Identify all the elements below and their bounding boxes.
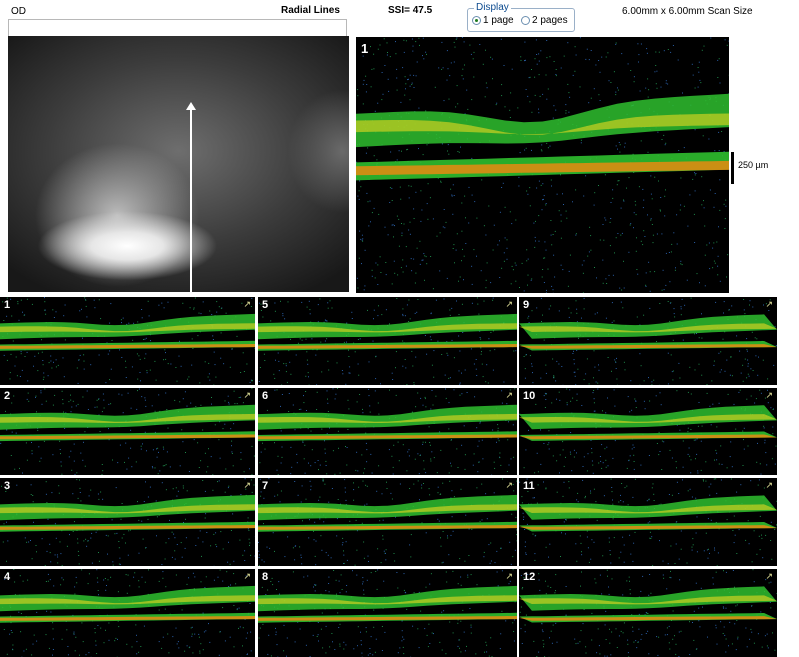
eye-label: OD — [11, 6, 26, 17]
orientation-arrow-icon: ↗ — [765, 299, 773, 309]
radio-selected-icon — [472, 16, 481, 25]
scan-number: 11 — [523, 480, 535, 492]
oct-bscan-thumbnail[interactable]: 6 ↗ — [258, 388, 517, 475]
scan-number: 12 — [523, 571, 536, 583]
scale-label: 250 µm — [738, 160, 769, 170]
radio-label: 1 page — [483, 15, 514, 26]
orientation-arrow-icon: ↗ — [505, 571, 513, 581]
oct-bscan-thumbnail[interactable]: 11 ↗ — [519, 478, 777, 566]
orientation-arrow-icon: ↗ — [765, 390, 773, 400]
scan-number: 1 — [361, 41, 369, 56]
scan-number: 9 — [523, 299, 530, 311]
display-legend: Display — [474, 2, 511, 13]
fundus-image — [8, 36, 349, 292]
oct-bscan-thumbnail[interactable]: 9 ↗ — [519, 297, 777, 385]
scan-title: Radial Lines — [281, 5, 340, 16]
fundus-tab — [8, 19, 347, 36]
oct-bscan-thumbnail[interactable]: 4 ↗ — [0, 569, 255, 657]
scan-number: 5 — [262, 299, 269, 311]
scan-direction-arrow-icon — [186, 102, 196, 110]
ssi-value: SSI= 47.5 — [388, 5, 433, 16]
radio-unselected-icon — [521, 16, 530, 25]
oct-bscan-thumbnail[interactable]: 3 ↗ — [0, 478, 255, 566]
scan-number: 1 — [4, 299, 11, 311]
orientation-arrow-icon: ↗ — [765, 571, 773, 581]
scan-number: 8 — [262, 571, 269, 583]
oct-bscan-thumbnail[interactable]: 1 ↗ — [0, 297, 255, 385]
scan-number: 10 — [523, 390, 536, 402]
scan-number: 6 — [262, 390, 269, 402]
scan-size: 6.00mm x 6.00mm Scan Size — [622, 6, 753, 17]
display-2-pages-radio[interactable]: 2 pages — [521, 15, 568, 26]
orientation-arrow-icon: ↗ — [243, 480, 251, 490]
oct-bscan-thumbnail[interactable]: 5 ↗ — [258, 297, 517, 385]
orientation-arrow-icon: ↗ — [505, 390, 513, 400]
orientation-arrow-icon: ↗ — [243, 299, 251, 309]
orientation-arrow-icon: ↗ — [765, 480, 773, 490]
oct-bscan-thumbnail[interactable]: 10 ↗ — [519, 388, 777, 475]
scan-number: 2 — [4, 390, 11, 402]
scan-line — [190, 108, 192, 292]
orientation-arrow-icon: ↗ — [505, 480, 513, 490]
oct-bscan-thumbnail[interactable]: 12 ↗ — [519, 569, 777, 657]
scan-number: 3 — [4, 480, 11, 492]
orientation-arrow-icon: ↗ — [243, 571, 251, 581]
orientation-arrow-icon: ↗ — [243, 390, 251, 400]
oct-bscan-thumbnail[interactable]: 8 ↗ — [258, 569, 517, 657]
oct-bscan-thumbnail[interactable]: 7 ↗ — [258, 478, 517, 566]
display-1-page-radio[interactable]: 1 page — [472, 15, 514, 26]
scan-number: 7 — [262, 480, 269, 492]
radio-label: 2 pages — [532, 15, 568, 26]
oct-bscan-thumbnail[interactable]: 2 ↗ — [0, 388, 255, 475]
scale-bar — [731, 152, 734, 184]
oct-bscan-large[interactable]: 1 — [356, 37, 729, 293]
orientation-arrow-icon: ↗ — [505, 299, 513, 309]
scan-number: 4 — [4, 571, 11, 583]
